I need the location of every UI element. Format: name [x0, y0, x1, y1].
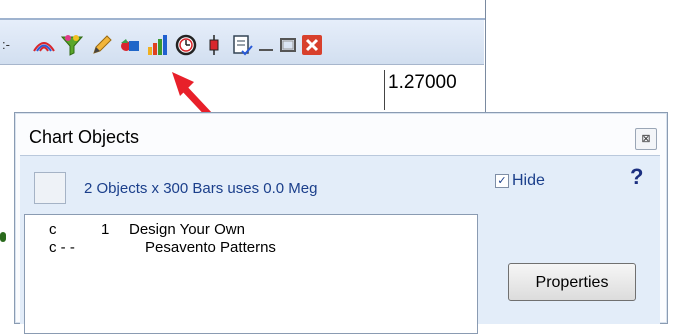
maximize-button[interactable] — [278, 35, 298, 55]
clock-icon[interactable] — [174, 33, 198, 57]
hide-checkbox[interactable]: ✓ — [495, 174, 509, 188]
list-item[interactable]: c 1 Design Your Own — [25, 221, 465, 239]
list-item[interactable]: c - - Pesavento Patterns — [25, 239, 465, 257]
candlestick-icon[interactable] — [202, 33, 226, 57]
object-name: Design Your Own — [129, 221, 245, 238]
checklist-icon[interactable] — [230, 33, 254, 57]
price-axis — [384, 70, 385, 110]
toolbar-partial-label: :- — [2, 37, 10, 52]
close-button[interactable] — [302, 35, 322, 55]
price-label: 1.27000 — [388, 72, 457, 93]
status-indicator — [34, 172, 66, 204]
help-icon[interactable]: ? — [630, 164, 643, 190]
minimize-button[interactable] — [256, 35, 276, 55]
fibonacci-arcs-icon[interactable] — [32, 33, 56, 57]
pencil-icon[interactable] — [90, 33, 114, 57]
objects-list[interactable]: c 1 Design Your Own c - - Pesavento Patt… — [24, 214, 478, 334]
object-index: 1 — [101, 221, 110, 238]
status-text: 2 Objects x 300 Bars uses 0.0 Meg — [84, 180, 318, 197]
dialog-body: 2 Objects x 300 Bars uses 0.0 Meg ✓ Hide… — [20, 155, 660, 334]
bar-chart-icon[interactable] — [146, 33, 170, 57]
close-icon[interactable]: ⊠ — [635, 128, 657, 150]
object-name: Pesavento Patterns — [145, 239, 276, 256]
object-type: c — [49, 221, 57, 238]
chart-objects-icon[interactable] — [118, 33, 142, 57]
chart-objects-dialog: Chart Objects ⊠ 2 Objects x 300 Bars use… — [14, 112, 668, 334]
object-type: c - - — [49, 239, 75, 256]
filter-funnel-icon[interactable] — [60, 33, 84, 57]
properties-button[interactable]: Properties — [508, 263, 636, 301]
background-chart-fragment — [0, 232, 6, 242]
dialog-title: Chart Objects — [29, 127, 140, 147]
hide-label: Hide — [512, 172, 545, 189]
